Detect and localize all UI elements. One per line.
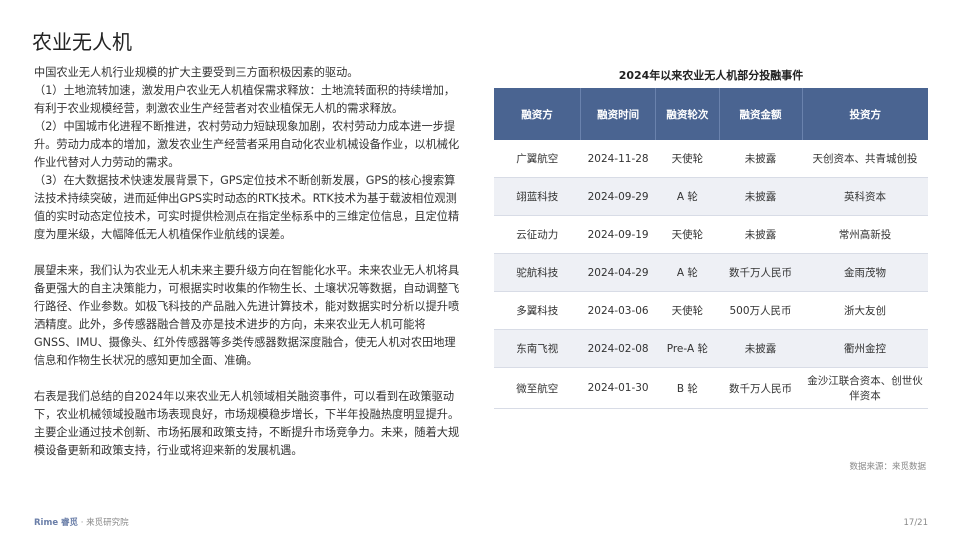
financing-table-panel: 2024年以来农业无人机部分投融事件 融资方 融资时间 融资轮次 融资金额 投资… <box>494 64 928 472</box>
cell-company: 多翼科技 <box>494 291 581 330</box>
cell-amount: 未披露 <box>719 215 803 254</box>
cell-round: B 轮 <box>655 367 719 409</box>
cell-company: 翊蓝科技 <box>494 177 581 216</box>
cell-round: 天使轮 <box>655 291 719 330</box>
header-company: 融资方 <box>494 88 582 140</box>
cell-investor: 金雨茂物 <box>802 253 928 292</box>
data-source-note: 数据来源：来觅数据 <box>849 462 926 472</box>
cell-company: 驼航科技 <box>494 253 581 292</box>
cell-investor: 金沙江联合资本、创世伙伴资本 <box>802 367 928 409</box>
cell-round: A 轮 <box>655 177 719 216</box>
header-investor: 投资方 <box>802 88 928 140</box>
financing-table: 融资方 融资时间 融资轮次 融资金额 投资方 广翼航空 2024-11-28 天… <box>494 88 928 409</box>
cell-investor: 英科资本 <box>802 177 928 216</box>
table-row: 广翼航空 2024-11-28 天使轮 未披露 天创资本、共青城创投 <box>494 140 928 178</box>
table-header-row: 融资方 融资时间 融资轮次 融资金额 投资方 <box>494 88 928 140</box>
cell-round: 天使轮 <box>655 140 719 178</box>
driver-point-2: （2）中国城市化进程不断推进，农村劳动力短缺现象加剧，农村劳动力成本进一步提升。… <box>34 120 460 169</box>
cell-date: 2024-09-19 <box>580 215 656 254</box>
header-date: 融资时间 <box>580 88 657 140</box>
cell-investor: 浙大友创 <box>802 291 928 330</box>
header-round: 融资轮次 <box>655 88 720 140</box>
cell-amount: 数千万人民币 <box>719 367 803 409</box>
driver-point-1: （1）土地流转加速，激发用户农业无人机植保需求释放：土地流转面积的持续增加，有利… <box>34 84 456 115</box>
cell-amount: 未披露 <box>719 329 803 368</box>
cell-date: 2024-02-08 <box>580 329 656 368</box>
cell-date: 2024-09-29 <box>580 177 656 216</box>
table-title: 2024年以来农业无人机部分投融事件 <box>618 69 804 82</box>
table-row: 翊蓝科技 2024-09-29 A 轮 未披露 英科资本 <box>494 177 928 216</box>
table-row: 云征动力 2024-09-19 天使轮 未披露 常州高新投 <box>494 215 928 254</box>
cell-round: Pre-A 轮 <box>655 329 719 368</box>
table-row: 多翼科技 2024-03-06 天使轮 500万人民币 浙大友创 <box>494 291 928 330</box>
cell-investor: 衢州金控 <box>802 329 928 368</box>
cell-round: A 轮 <box>655 253 719 292</box>
cell-company: 广翼航空 <box>494 140 581 178</box>
cell-amount: 数千万人民币 <box>719 253 803 292</box>
cell-investor: 天创资本、共青城创投 <box>802 140 928 178</box>
cell-date: 2024-11-28 <box>580 140 656 178</box>
table-row: 驼航科技 2024-04-29 A 轮 数千万人民币 金雨茂物 <box>494 253 928 292</box>
body-text: 中国农业无人机行业规模的扩大主要受到三方面积极因素的驱动。 （1）土地流转加速，… <box>34 64 462 460</box>
brand-logo-text: Rime 睿觅 <box>34 518 79 528</box>
intro-paragraph: 中国农业无人机行业规模的扩大主要受到三方面积极因素的驱动。 <box>34 66 359 79</box>
cell-date: 2024-03-06 <box>580 291 656 330</box>
cell-date: 2024-01-30 <box>580 367 656 409</box>
page-number: 17/21 <box>903 518 929 528</box>
header-amount: 融资金额 <box>719 88 803 140</box>
cell-amount: 未披露 <box>719 140 803 178</box>
cell-round: 天使轮 <box>655 215 719 254</box>
table-row: 东南飞视 2024-02-08 Pre-A 轮 未披露 衢州金控 <box>494 329 928 368</box>
summary-paragraph: 右表是我们总结的自2024年以来农业无人机领域相关融资事件，可以看到在政策驱动下… <box>34 390 460 457</box>
cell-company: 云征动力 <box>494 215 581 254</box>
page-title: 农业无人机 <box>32 30 132 54</box>
cell-date: 2024-04-29 <box>580 253 656 292</box>
outlook-paragraph: 展望未来，我们认为农业无人机未来主要升级方向在智能化水平。未来农业无人机将具备更… <box>34 264 460 367</box>
cell-investor: 常州高新投 <box>802 215 928 254</box>
table-row: 微至航空 2024-01-30 B 轮 数千万人民币 金沙江联合资本、创世伙伴资… <box>494 367 928 409</box>
footer-brand: Rime 睿觅 · 来觅研究院 <box>34 516 129 528</box>
cell-amount: 未披露 <box>719 177 803 216</box>
cell-amount: 500万人民币 <box>719 291 803 330</box>
institute-name: · 来觅研究院 <box>80 518 129 528</box>
cell-company: 微至航空 <box>494 367 581 409</box>
driver-point-3: （3）在大数据技术快速发展背景下，GPS定位技术不断创新发展，GPS的核心搜索算… <box>34 174 460 241</box>
cell-company: 东南飞视 <box>494 329 581 368</box>
